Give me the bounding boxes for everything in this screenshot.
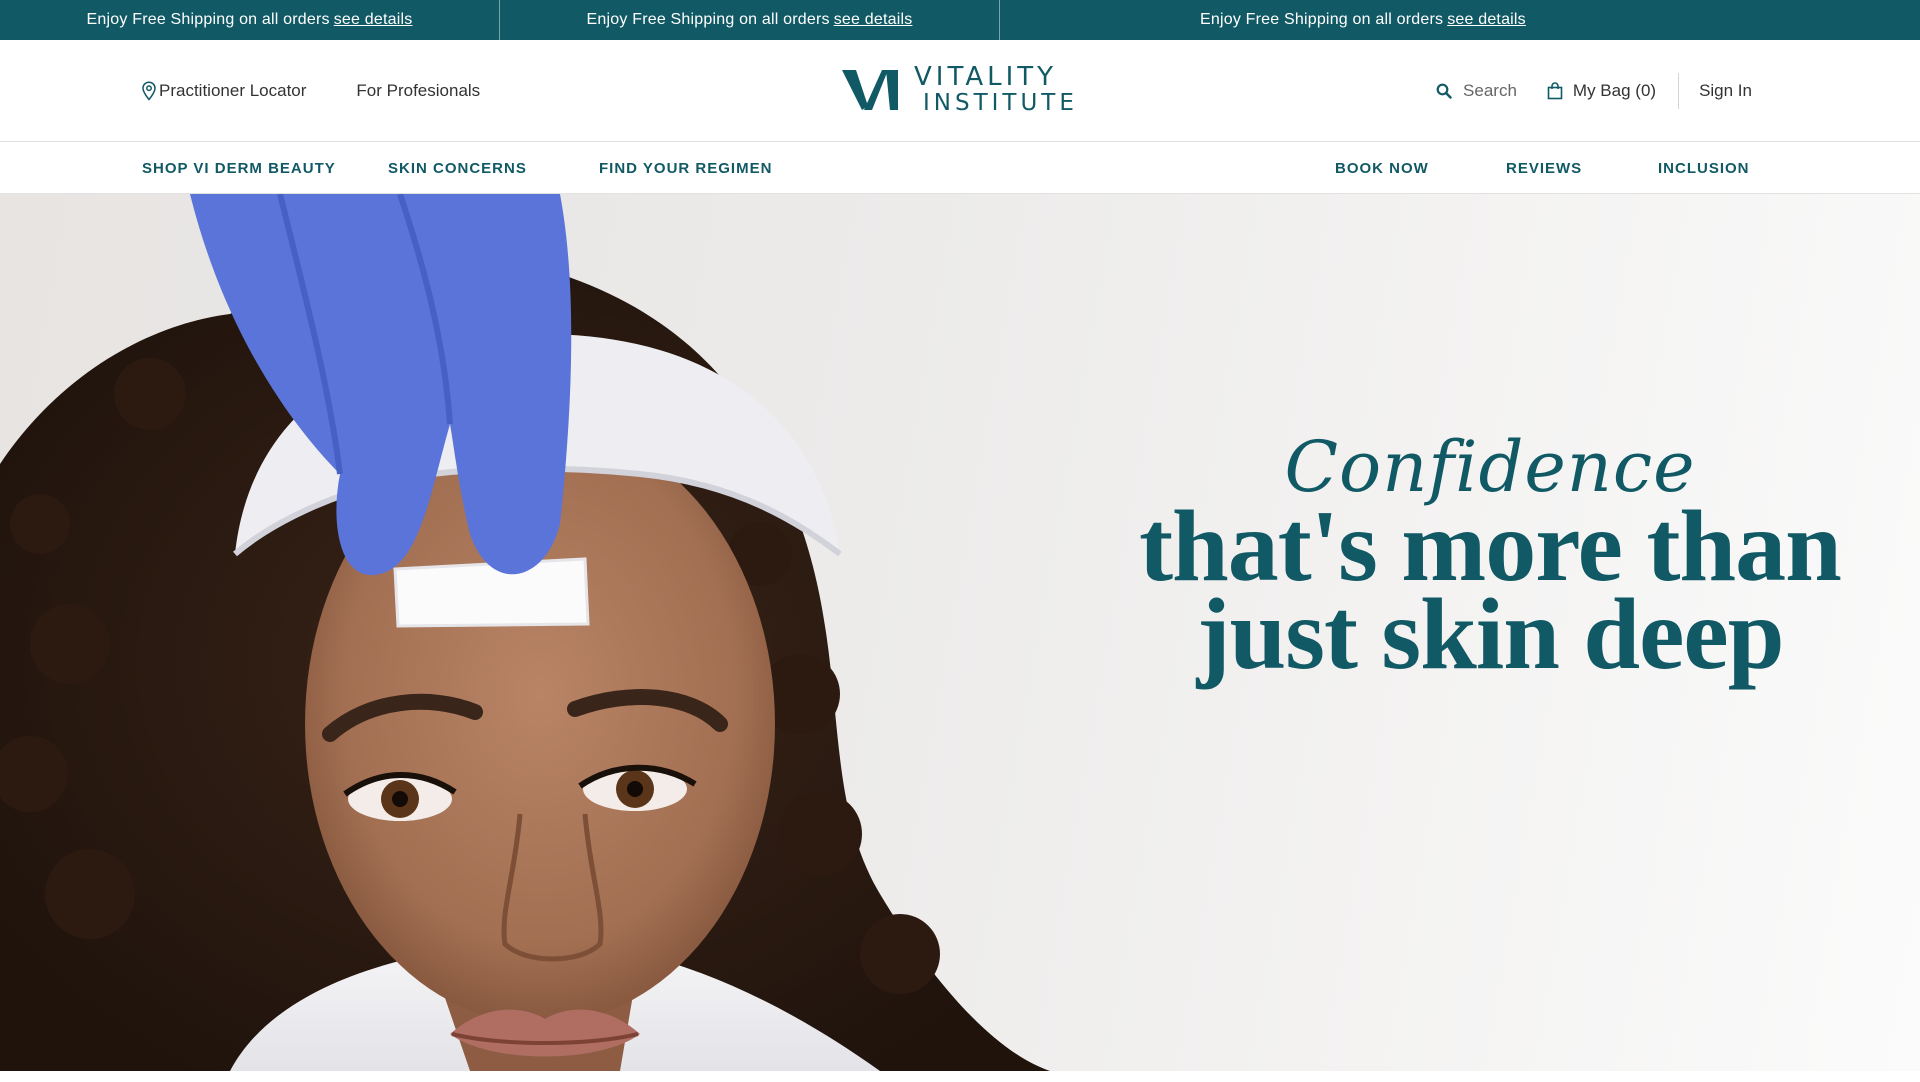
promo-bar: Enjoy Free Shipping on all orders see de…: [0, 0, 1920, 40]
promo-text: Enjoy Free Shipping on all orders: [586, 11, 830, 28]
bag-label: My Bag (0): [1572, 81, 1657, 100]
nav-shop-vi-derm-beauty[interactable]: SHOP VI DERM BEAUTY: [142, 142, 336, 194]
promo-message: Enjoy Free Shipping on all orders see de…: [0, 0, 500, 40]
bag-icon: [1547, 82, 1563, 100]
nav-find-your-regimen[interactable]: FIND YOUR REGIMEN: [599, 142, 772, 194]
sign-in-link[interactable]: Sign In: [1699, 81, 1752, 101]
main-nav: SHOP VI DERM BEAUTY SKIN CONCERNS FIND Y…: [0, 142, 1920, 194]
promo-message: Enjoy Free Shipping on all orders see de…: [500, 0, 1000, 40]
nav-book-now[interactable]: BOOK NOW: [1335, 142, 1429, 194]
nav-reviews[interactable]: REVIEWS: [1506, 142, 1582, 194]
search-button[interactable]: Search: [1436, 81, 1517, 101]
see-details-link[interactable]: see details: [834, 11, 913, 29]
nav-inclusion[interactable]: INCLUSION: [1658, 142, 1750, 194]
see-details-link[interactable]: see details: [334, 11, 413, 29]
hero-image: [0, 194, 1050, 1071]
header-divider: [1678, 73, 1680, 109]
search-label: Search: [1463, 81, 1517, 100]
hero-banner[interactable]: Confidence that's more than just skin de…: [0, 194, 1920, 1071]
header-utility-links: Practitioner Locator For Profesionals: [141, 40, 480, 142]
see-details-link[interactable]: see details: [1447, 11, 1526, 29]
promo-message: Enjoy Free Shipping on all orders see de…: [1000, 0, 1920, 40]
search-icon: [1436, 83, 1452, 99]
header-actions: Search My Bag (0) Sign In: [1436, 40, 1752, 142]
practitioner-locator-link[interactable]: Practitioner Locator: [141, 81, 306, 101]
hero-headline-line-2: just skin deep: [1196, 577, 1785, 691]
hero-headline-line-1: that's more than: [1139, 490, 1842, 603]
map-pin-icon: [142, 81, 156, 101]
for-professionals-link[interactable]: For Profesionals: [356, 81, 480, 101]
logo-line-institute: INSTITUTE: [923, 90, 1078, 116]
logo-line-vitality: VITALITY: [914, 62, 1058, 92]
brand-logo-mark: [842, 69, 898, 110]
hero-headline: Confidence that's more than just skin de…: [1100, 432, 1880, 691]
promo-text: Enjoy Free Shipping on all orders: [86, 11, 330, 28]
site-header: Practitioner Locator For Profesionals VI…: [0, 40, 1920, 142]
brand-logo[interactable]: VITALITY INSTITUTE: [842, 64, 1078, 115]
practitioner-locator-label: Practitioner Locator: [159, 81, 307, 100]
promo-text: Enjoy Free Shipping on all orders: [1200, 11, 1444, 28]
my-bag-button[interactable]: My Bag (0): [1547, 81, 1656, 101]
brand-logo-wordmark: VITALITY INSTITUTE: [914, 64, 1078, 115]
nav-skin-concerns[interactable]: SKIN CONCERNS: [388, 142, 527, 194]
